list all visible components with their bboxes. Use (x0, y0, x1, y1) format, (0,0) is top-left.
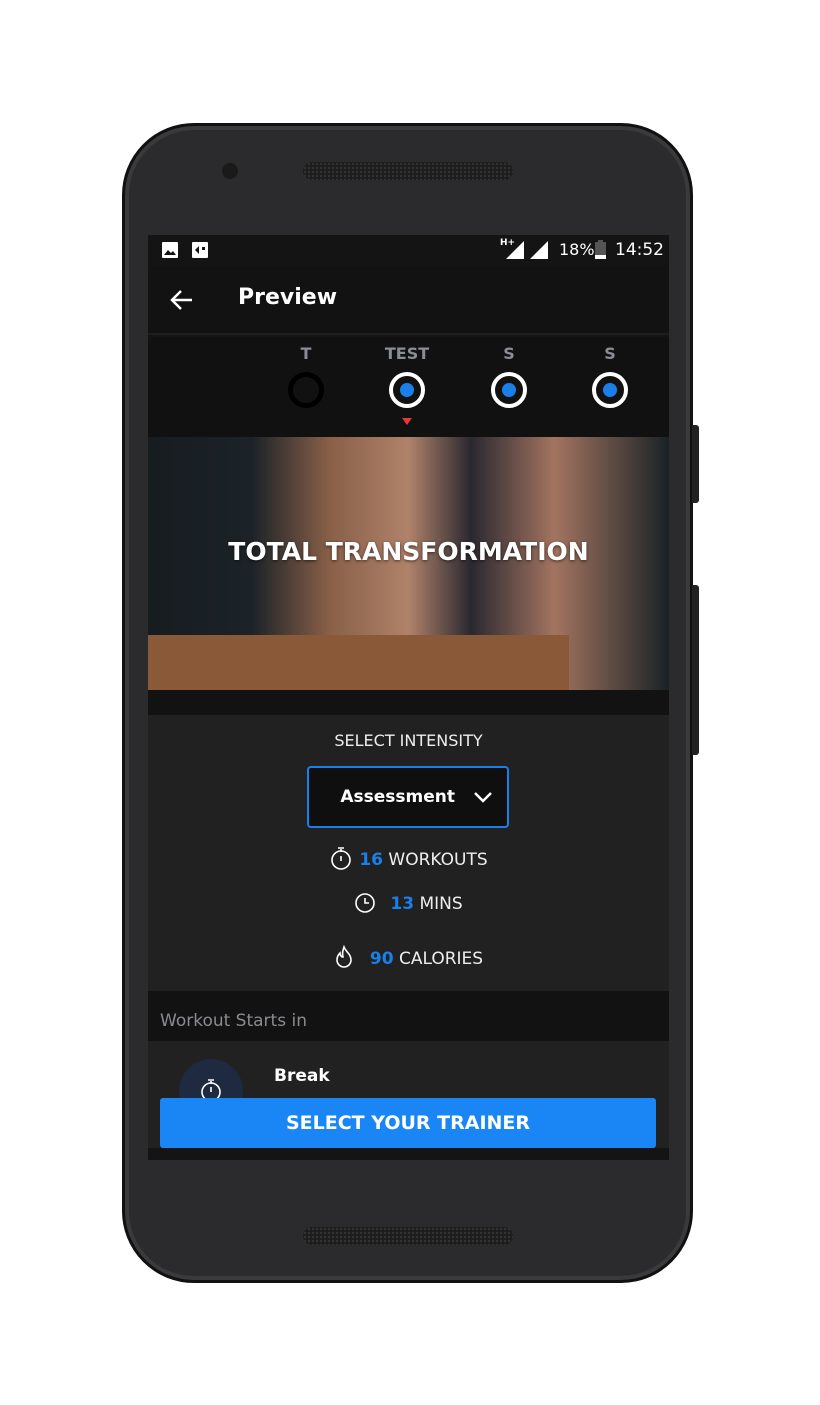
step-1[interactable]: TEST (377, 344, 437, 429)
bottom-speaker (303, 1227, 513, 1245)
step-3[interactable]: S (580, 344, 640, 408)
clock-icon (355, 893, 376, 913)
hero-image: TOTAL TRANSFORMATION (148, 437, 669, 690)
app-bar: Preview (148, 265, 669, 335)
list-item-title: Break (274, 1066, 330, 1086)
image-notification-icon (162, 242, 178, 258)
status-bar: H+ 18% 14:52 (148, 235, 669, 265)
step-label: S (604, 344, 616, 363)
battery-percent: 18% (559, 240, 595, 259)
calories-stat: 90 CALORIES (148, 944, 669, 969)
step-label: TEST (384, 344, 430, 363)
front-camera (222, 163, 238, 179)
program-title: TOTAL TRANSFORMATION (228, 537, 589, 566)
intensity-label: SELECT INTENSITY (334, 731, 483, 750)
step-selector: T TEST S S (148, 337, 669, 437)
selected-indicator-icon (402, 418, 412, 425)
intensity-dropdown[interactable]: Assessment (307, 766, 509, 828)
screen: H+ 18% 14:52 Preview T TEST S S TOTAL TR… (148, 235, 669, 1160)
battery-icon (595, 240, 606, 259)
volume-button (692, 585, 699, 755)
mins-stat: 13 MINS (148, 892, 669, 914)
flame-icon (336, 944, 352, 968)
step-2[interactable]: S (479, 344, 539, 408)
intensity-section: SELECT INTENSITY Assessment 16 WORKOUTS … (148, 715, 669, 991)
hero-photo-bench (148, 635, 569, 690)
bottom-bar (148, 1148, 669, 1160)
divider (148, 690, 669, 715)
back-arrow-icon[interactable] (170, 289, 194, 311)
step-0[interactable]: T (276, 344, 336, 408)
step-ring (389, 372, 425, 408)
step-ring (592, 372, 628, 408)
step-ring (491, 372, 527, 408)
dropdown-value: Assessment (340, 787, 455, 807)
clock: 14:52 (615, 240, 664, 260)
power-button (692, 425, 699, 503)
top-speaker (303, 162, 513, 180)
page-title: Preview (238, 285, 338, 310)
workouts-stat: 16 WORKOUTS (148, 846, 669, 870)
step-ring (288, 372, 324, 408)
stopwatch-icon (331, 847, 352, 870)
step-label: S (503, 344, 515, 363)
app-notification-icon (192, 242, 208, 258)
chevron-down-icon (474, 792, 492, 803)
select-trainer-button[interactable]: SELECT YOUR TRAINER (160, 1098, 656, 1148)
signal-icon (506, 241, 548, 259)
section-header: Workout Starts in (148, 991, 669, 1041)
step-label: T (300, 344, 312, 363)
